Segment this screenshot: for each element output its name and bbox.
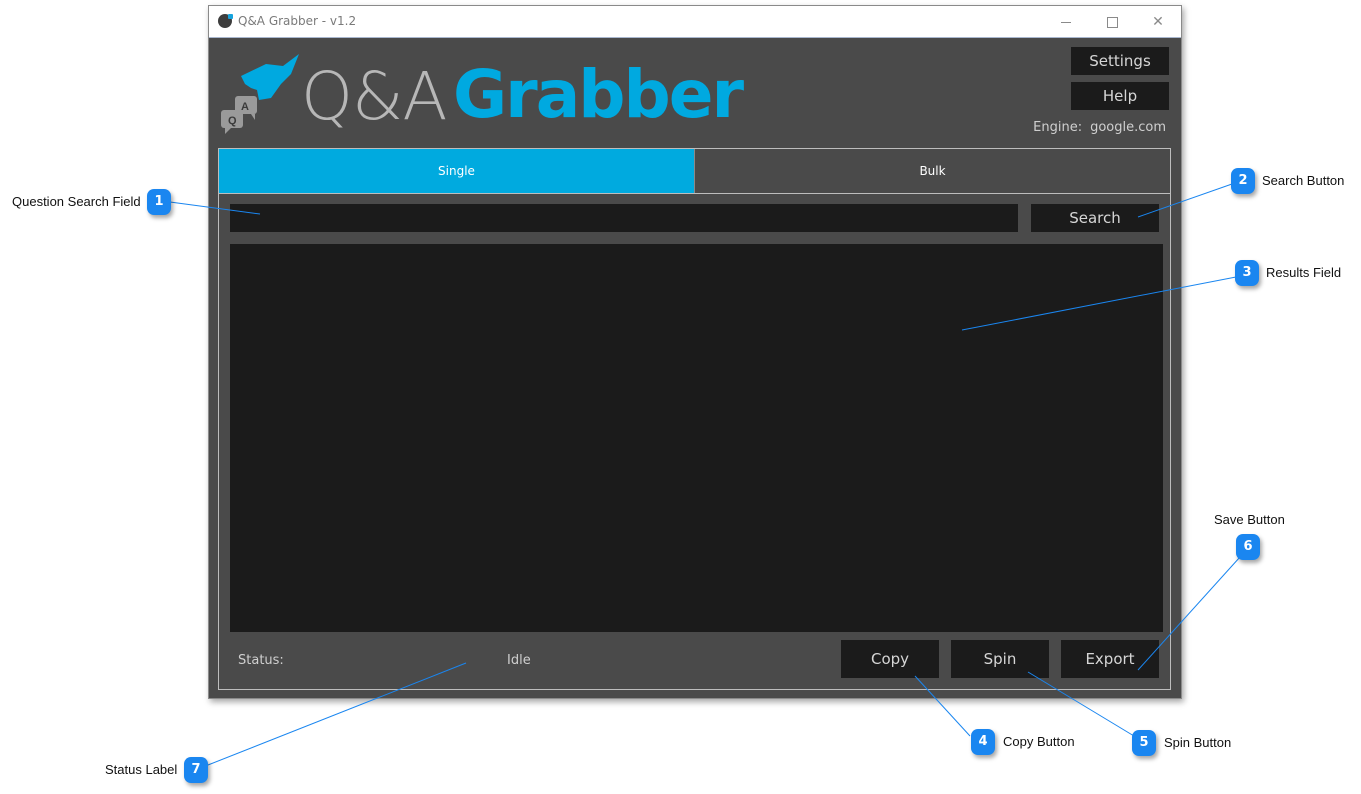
app-logo: A Q Q&A Grabber — [221, 54, 781, 139]
callout-badge-7: 7 — [184, 757, 208, 783]
callout-badge-3: 3 — [1235, 260, 1259, 286]
logo-text-grabber: Grabber — [453, 56, 744, 133]
window-title: Q&A Grabber - v1.2 — [238, 14, 357, 28]
callout-label-3: Results Field — [1266, 265, 1342, 280]
spin-button[interactable]: Spin — [951, 640, 1049, 678]
engine-label: Engine: — [1033, 120, 1083, 135]
logo-hand-icon: A Q — [221, 54, 299, 134]
engine-value: google.com — [1090, 120, 1166, 135]
results-field[interactable] — [230, 244, 1163, 632]
single-panel: Search Status: Idle Copy Spin Export — [218, 193, 1171, 690]
status-label: Status: — [238, 653, 284, 668]
settings-button[interactable]: Settings — [1071, 47, 1169, 75]
copy-button[interactable]: Copy — [841, 640, 939, 678]
engine-info: Engine: google.com — [1029, 120, 1166, 135]
callout-label-4: Copy Button — [1003, 734, 1075, 749]
maximize-icon — [1106, 16, 1118, 28]
help-button[interactable]: Help — [1071, 82, 1169, 110]
callout-badge-6: 6 — [1236, 534, 1260, 560]
callout-label-5: Spin Button — [1164, 735, 1232, 750]
callout-badge-4: 4 — [971, 729, 995, 755]
mode-tabs: Single Bulk — [218, 148, 1171, 194]
app-icon — [218, 14, 233, 28]
close-icon: ✕ — [1152, 13, 1164, 29]
minimize-button[interactable] — [1043, 6, 1089, 37]
status-value: Idle — [507, 653, 531, 668]
export-button[interactable]: Export — [1061, 640, 1159, 678]
callout-badge-2: 2 — [1231, 168, 1255, 194]
callout-label-1: Question Search Field — [12, 194, 141, 209]
close-button[interactable]: ✕ — [1135, 6, 1181, 37]
callout-badge-5: 5 — [1132, 730, 1156, 756]
tab-single[interactable]: Single — [219, 149, 695, 193]
app-window: Q&A Grabber - v1.2 ✕ A Q Q&A Grabber Set… — [208, 5, 1182, 699]
question-search-input[interactable] — [230, 204, 1018, 232]
callout-label-7: Status Label — [105, 762, 178, 777]
search-button[interactable]: Search — [1031, 204, 1159, 232]
title-bar[interactable]: Q&A Grabber - v1.2 ✕ — [209, 6, 1181, 38]
logo-badge-q: Q — [228, 115, 237, 127]
callout-label-6: Save Button — [1214, 512, 1285, 527]
logo-badge-a: A — [241, 101, 249, 113]
callout-badge-1: 1 — [147, 189, 171, 215]
minimize-icon — [1061, 21, 1071, 23]
logo-text-qa: Q&A — [301, 58, 448, 135]
maximize-button[interactable] — [1089, 6, 1135, 37]
tab-bulk[interactable]: Bulk — [695, 149, 1170, 193]
callout-label-2: Search Button — [1262, 173, 1345, 188]
